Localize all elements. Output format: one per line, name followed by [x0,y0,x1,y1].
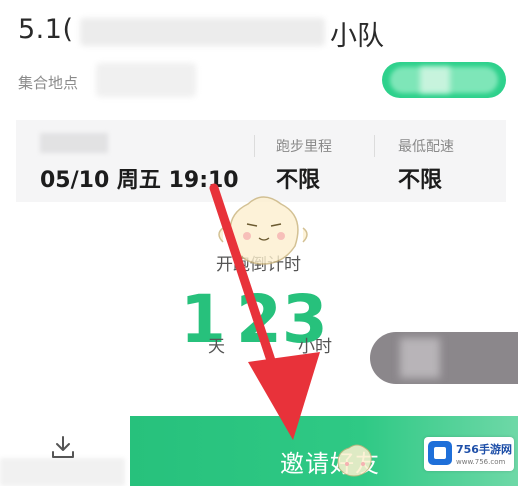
countdown-hours-unit: 小时 [298,337,332,357]
join-button-highlight [420,67,450,93]
mascot-icon [337,444,372,477]
card-divider [374,135,375,157]
watermark-url: www.756.com [456,458,506,466]
pace-value: 不限 [398,168,443,193]
watermark-logo-icon [428,441,452,465]
share-side-button-highlight [400,338,440,378]
redacted-venue-value [96,63,196,97]
redacted-title-segment [80,18,325,46]
mascot-icon [218,196,308,265]
share-side-button[interactable] [370,332,518,384]
watermark-brand: 756手游网 [456,443,512,456]
join-button[interactable] [382,62,506,98]
run-date-value: 05/10 周五 19:10 [40,168,239,193]
redacted-date-label [40,133,108,153]
team-title-suffix: 小队 [330,21,384,52]
redacted-bottom-left [0,458,125,486]
distance-label: 跑步里程 [276,139,332,155]
countdown-days-unit: 天 [208,337,225,357]
venue-label: 集合地点 [18,74,79,92]
pace-label: 最低配速 [398,139,454,155]
card-divider [254,135,255,157]
team-title-prefix: 5.1( [18,14,74,45]
download-icon[interactable] [48,432,78,462]
